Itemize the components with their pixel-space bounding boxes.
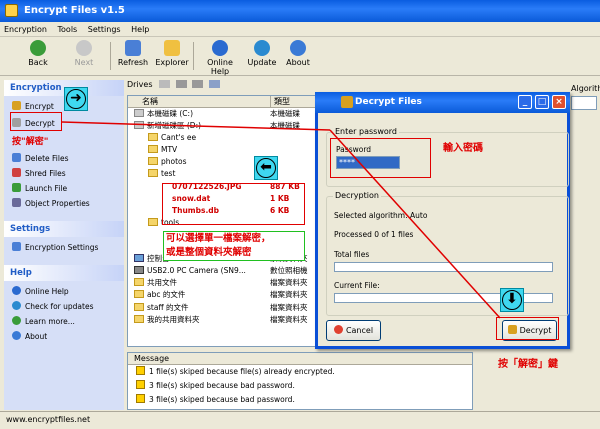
arrow-down-marker: ⬇ [500, 288, 524, 312]
annotation-lines [61, 121, 501, 319]
arrow-left-icon: ⬅ [256, 158, 276, 178]
arrow-right-icon: ➜ [66, 89, 86, 109]
arrow-left-marker: ⬅ [254, 156, 278, 180]
decrypt-button-connector-line [329, 129, 501, 319]
arrow-down-icon: ⬇ [502, 290, 522, 310]
arrow-right-marker: ➜ [64, 87, 88, 111]
decrypt-connector-line [61, 121, 331, 131]
